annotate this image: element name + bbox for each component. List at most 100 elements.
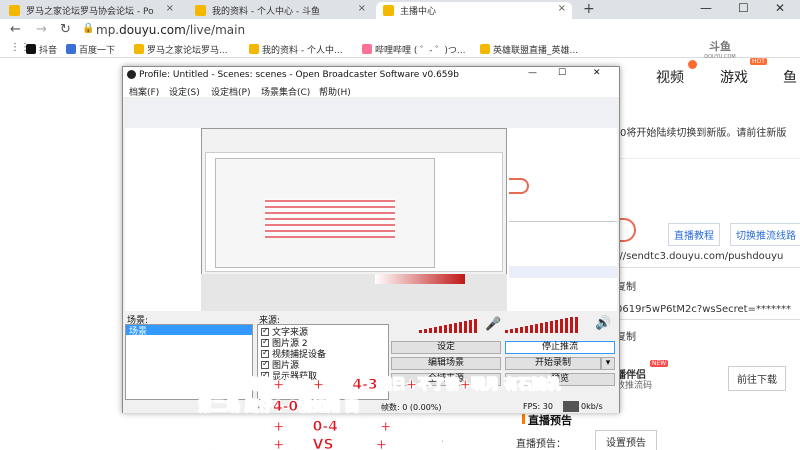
live-tutorial-link[interactable]: 直播教程 [668, 223, 720, 246]
tab-title: 罗马之家论坛罗马协会论坛 - Po [26, 7, 154, 17]
dropped-frames: 帧数: 0 (0.00%) [381, 403, 442, 412]
nav-game[interactable]: 游戏 [720, 67, 748, 87]
obs-close-button[interactable]: ✕ [593, 68, 601, 78]
nested-key-field [509, 208, 617, 222]
hot-badge: HOT [750, 58, 767, 65]
set-preview-button[interactable]: 设置预告 [595, 430, 657, 450]
new-tab-button[interactable]: + [583, 1, 595, 17]
bookmarks-bar: ⋮⋮ 抖音 百度一下 罗马之家论坛罗马... 我的资料 - 个人中... 哔哩哔… [0, 41, 800, 58]
browser-tab-forum[interactable]: 罗马之家论坛罗马协会论坛 - Po × [2, 2, 180, 19]
forward-icon[interactable]: → [36, 22, 47, 37]
nested-meter [375, 274, 465, 284]
bookmark-roma-forum[interactable]: 罗马之家论坛罗马... [134, 43, 228, 56]
nested-circle-icon [509, 178, 529, 194]
obs-logo-icon [127, 70, 136, 79]
switch-line-link[interactable]: 切换推流线路 [730, 223, 800, 246]
back-icon[interactable]: ← [10, 22, 21, 37]
address-bar[interactable]: mp.douyu.com/live/main [96, 23, 245, 37]
nested-accent-bar [509, 266, 617, 278]
mic-volume-meter[interactable] [419, 317, 479, 333]
goto-download-button[interactable]: 前往下载 [728, 366, 786, 391]
douyu-favicon-icon [195, 5, 206, 16]
overlay-line-4: 第四场 鹰仔+火海VS箭如雨+赌圣 亚述 [198, 437, 449, 450]
scene-item[interactable]: 场景 [126, 325, 252, 337]
obs-title: Profile: Untitled - Scenes: scenes - Ope… [139, 70, 459, 80]
overlay-line-3: 第三场 鹰仔+大厨0-4箭如雨+小华 商 [198, 419, 439, 436]
obs-minimize-button[interactable]: — [528, 68, 537, 78]
menu-file[interactable]: 档案(F) [129, 85, 159, 98]
companion-sub: 放推流码 [616, 381, 653, 391]
close-tab-icon[interactable]: × [358, 3, 366, 14]
browser-toolbar: ← → ↻ 🔒 mp.douyu.com/live/main [0, 19, 800, 41]
obs-menu-bar: 档案(F) 设定(S) 设定档(P) 场景集合(C) 帮助(H) [123, 83, 619, 98]
nested-capture [125, 98, 617, 311]
menu-help[interactable]: 帮助(H) [319, 85, 351, 98]
nested-red-text [265, 198, 395, 238]
obs-maximize-button[interactable]: ☐ [558, 68, 566, 78]
bilibili-icon [362, 44, 372, 54]
obs-title-bar: Profile: Untitled - Scenes: scenes - Ope… [123, 67, 619, 83]
settings-button[interactable]: 设定 [391, 341, 501, 354]
tab-title: 主播中心 [400, 7, 437, 17]
bookmark-baidu[interactable]: 百度一下 [66, 43, 115, 56]
baidu-icon [66, 44, 76, 54]
start-record-button[interactable]: 开始录制 [505, 357, 601, 370]
microphone-icon[interactable]: 🎤 [485, 317, 501, 332]
browser-tab-anchor-center[interactable]: 主播中心 × [376, 2, 572, 19]
nav-fish[interactable]: 鱼 [783, 67, 797, 87]
source-checkbox[interactable] [261, 359, 269, 369]
rtmp-address-field[interactable]: ://sendtc3.douyu.com/pushdouyu [598, 246, 800, 268]
source-checkbox[interactable] [261, 337, 269, 347]
overlay-line-2: 第二场 鹰仔4-0箭如雨 商 [198, 399, 360, 416]
bookmark-bilibili[interactable]: 哔哩哔哩 ( ゜- ゜)つ... [362, 43, 465, 56]
bookmark-my-profile[interactable]: 我的资料 - 个人中... [249, 43, 343, 56]
source-checkbox[interactable] [261, 348, 269, 358]
stream-key-field[interactable]: 0619r5wP6tM2c?wsSecret=******* [598, 294, 800, 320]
bitrate-readout: 0kb/s [581, 402, 603, 411]
douyu-favicon-icon [383, 5, 394, 16]
bookmark-lol-live[interactable]: 英雄联盟直播_英雄... [480, 43, 578, 56]
douyu-icon [134, 44, 144, 54]
douyu-favicon-icon [9, 5, 20, 16]
new-badge: NEW [650, 360, 669, 367]
source-checkbox[interactable] [261, 326, 269, 336]
bitrate-indicator [563, 401, 579, 412]
douyu-icon [480, 44, 490, 54]
edit-scene-button[interactable]: 编辑场景 [391, 357, 501, 370]
browser-tab-profile[interactable]: 我的资料 - 个人中心 - 斗鱼 × [188, 2, 372, 19]
preview-section-bar [522, 414, 525, 424]
site-info-icon[interactable]: 🔒 [82, 23, 94, 34]
douyu-icon [249, 44, 259, 54]
upgrade-notice: 0将开始陆续切换到新版。请前往新版 [620, 128, 787, 139]
douyu-logo[interactable]: 斗鱼 DOUYU.COM [698, 38, 742, 60]
reload-icon[interactable]: ↻ [60, 22, 71, 37]
menu-scene-collection[interactable]: 场景集合(C) [261, 85, 310, 98]
close-tab-icon[interactable]: × [166, 3, 174, 14]
menu-profile[interactable]: 设定档(P) [211, 85, 250, 98]
preview-section-title: 直播预告 [528, 414, 572, 427]
divider [598, 158, 800, 159]
chevron-down-icon: ▾ [605, 358, 611, 368]
nested-browser-bar [125, 98, 617, 128]
flame-icon [688, 60, 697, 69]
close-tab-icon[interactable]: × [558, 3, 566, 14]
maximize-window-button[interactable]: ☐ [738, 1, 749, 15]
record-dropdown-button[interactable]: ▾ [601, 357, 615, 370]
speaker-icon[interactable]: 🔊 [595, 316, 611, 331]
close-window-button[interactable]: ✕ [775, 1, 785, 15]
menu-settings[interactable]: 设定(S) [169, 85, 200, 98]
bookmark-douyin[interactable]: 抖音 [26, 43, 57, 56]
tab-title: 我的资料 - 个人中心 - 斗鱼 [212, 7, 320, 17]
nav-video[interactable]: 视频 [656, 67, 684, 87]
stop-stream-button[interactable]: 停止推流 [505, 341, 615, 354]
anchor-center-panel: 斗鱼 DOUYU.COM 视频 游戏 HOT 鱼 0将开始陆续切换到新版。请前往… [516, 40, 800, 450]
tab-strip: 罗马之家论坛罗马协会论坛 - Po × 我的资料 - 个人中心 - 斗鱼 × 主… [0, 0, 800, 19]
obs-preview-canvas[interactable] [125, 98, 617, 311]
fps-readout: FPS: 30 [523, 402, 553, 411]
preview-label: 直播预告： [516, 439, 566, 450]
overlay-line-1: 第一场 鹰仔+二少+红魔4-3明日+不了情+明月 有石随机 [198, 377, 561, 394]
minimize-window-button[interactable]: — [700, 1, 712, 15]
obs-window: Profile: Untitled - Scenes: scenes - Ope… [122, 66, 620, 413]
desktop-volume-meter[interactable] [505, 317, 589, 333]
douyin-icon [26, 44, 36, 54]
